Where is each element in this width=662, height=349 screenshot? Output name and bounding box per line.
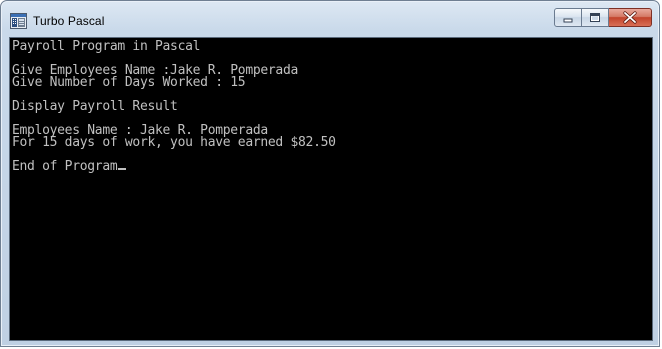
window-title: Turbo Pascal (33, 14, 105, 28)
maximize-icon (590, 13, 600, 22)
caption-buttons (554, 8, 652, 27)
minimize-button[interactable] (554, 8, 582, 27)
console-line: Give Number of Days Worked : 15 (12, 75, 246, 90)
minimize-icon (563, 18, 573, 23)
console-window: Turbo Pascal Payroll Program in Pascal G… (0, 0, 660, 347)
window-right-frame (651, 37, 659, 341)
console-line: Payroll Program in Pascal (12, 39, 201, 54)
console-output[interactable]: Payroll Program in Pascal Give Employees… (9, 37, 653, 341)
maximize-button[interactable] (582, 8, 609, 27)
turbo-pascal-app-icon[interactable] (10, 13, 27, 29)
console-line-with-cursor: End of Program (12, 159, 127, 174)
console-line: Display Payroll Result (12, 99, 178, 114)
close-button[interactable] (609, 8, 652, 27)
console-line: End of Program (12, 159, 118, 174)
title-bar[interactable]: Turbo Pascal (1, 1, 659, 37)
close-icon (623, 11, 637, 24)
text-cursor (118, 168, 127, 170)
console-line: For 15 days of work, you have earned $82… (12, 135, 336, 150)
